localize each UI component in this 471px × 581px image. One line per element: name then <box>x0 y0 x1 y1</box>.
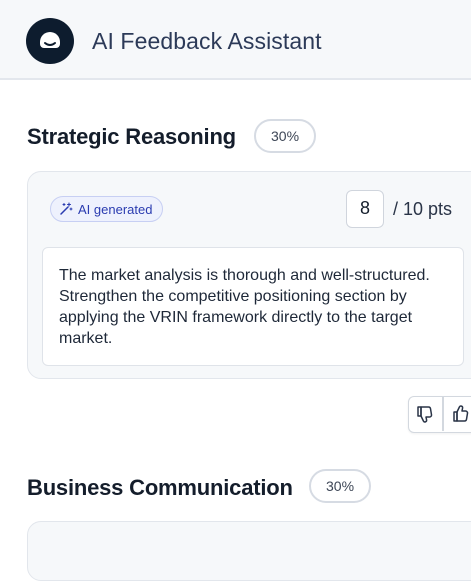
thumbs-down-icon <box>417 406 433 423</box>
smile-chat-icon <box>40 32 60 48</box>
score-max-label: / 10 pts <box>393 199 453 219</box>
app-header: AI Feedback Assistant <box>0 0 471 80</box>
feedback-card <box>27 521 471 581</box>
magic-wand-icon <box>60 202 73 215</box>
feedback-rating-group <box>408 396 471 433</box>
section-title-strategic-reasoning: Strategic Reasoning <box>27 124 236 149</box>
feedback-textarea[interactable]: The market analysis is thorough and well… <box>42 247 464 366</box>
thumbs-down-button[interactable] <box>409 397 441 431</box>
thumbs-up-button[interactable] <box>445 397 471 431</box>
ai-generated-badge: AI generated <box>50 196 164 222</box>
weight-badge: 30% <box>309 469 372 503</box>
section-title-business-communication: Business Communication <box>27 475 293 500</box>
app-title: AI Feedback Assistant <box>92 28 322 54</box>
feedback-card: AI generated 8 / 10 pts The market analy… <box>27 171 471 379</box>
divider <box>442 397 444 431</box>
thumbs-up-icon <box>453 405 469 422</box>
weight-badge: 30% <box>254 119 317 153</box>
app-logo <box>26 18 74 64</box>
score-input[interactable]: 8 <box>346 190 384 228</box>
ai-badge-label: AI generated <box>78 201 153 217</box>
